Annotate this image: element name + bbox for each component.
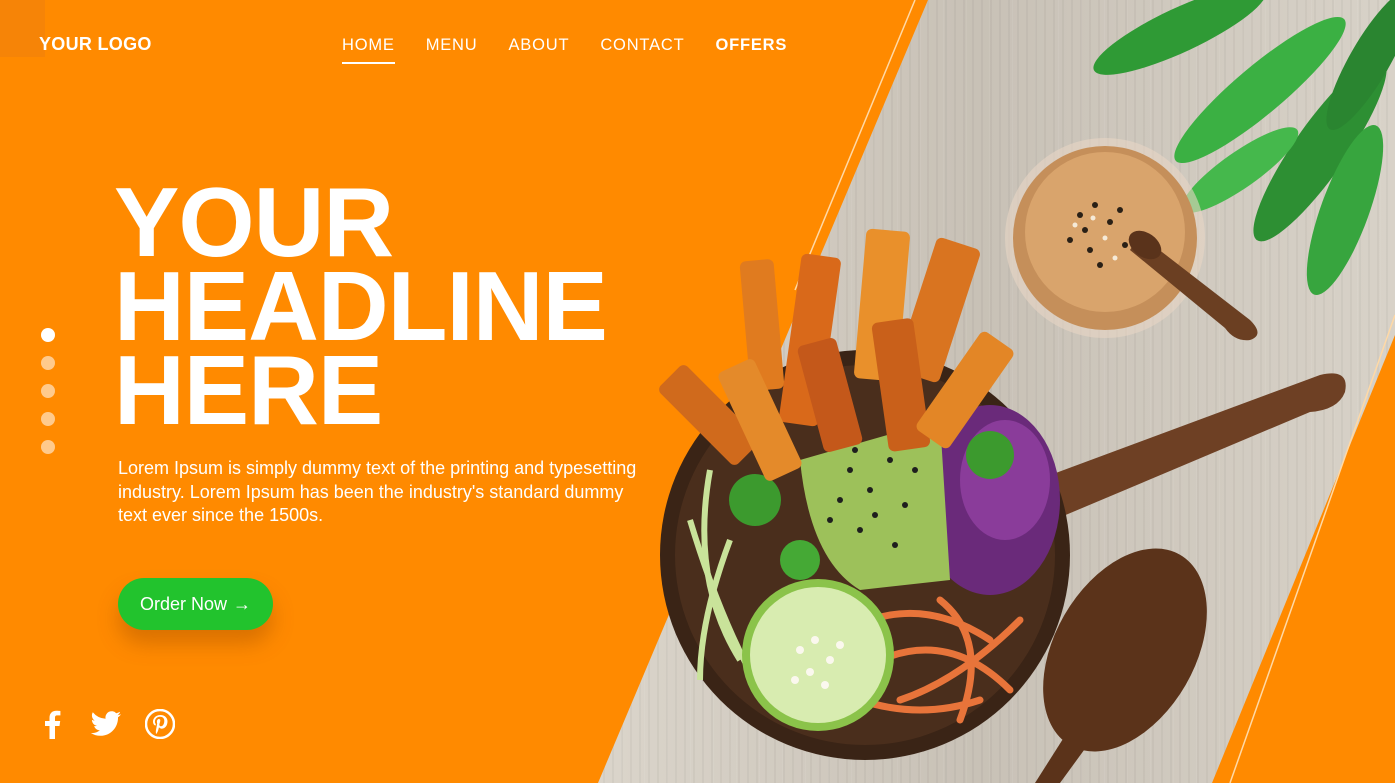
facebook-icon[interactable] <box>36 708 68 740</box>
nav-item-menu[interactable]: MENU <box>426 36 478 60</box>
order-now-label: Order Now <box>139 593 228 614</box>
arrow-right-icon: → <box>233 593 252 614</box>
social-links <box>36 708 176 740</box>
pager-dot-2[interactable] <box>41 356 55 370</box>
main-nav: HOME MENU ABOUT CONTACT OFFERS <box>342 36 787 64</box>
slider-pager <box>41 328 55 454</box>
pinterest-icon[interactable] <box>144 708 176 740</box>
nav-item-home[interactable]: HOME <box>342 36 395 64</box>
nav-item-about[interactable]: ABOUT <box>509 36 570 60</box>
pager-dot-5[interactable] <box>41 440 55 454</box>
brand-logo[interactable]: YOUR LOGO <box>39 34 152 55</box>
order-now-button[interactable]: Order Now → <box>118 578 273 630</box>
hero-headline: YOUR HEADLINE HERE <box>114 173 734 439</box>
pager-dot-1[interactable] <box>41 328 55 342</box>
nav-item-offers[interactable]: OFFERS <box>715 36 787 60</box>
pager-dot-3[interactable] <box>41 384 55 398</box>
nav-item-contact[interactable]: CONTACT <box>600 36 684 60</box>
hero-description: Lorem Ipsum is simply dummy text of the … <box>118 458 637 525</box>
pager-dot-4[interactable] <box>41 412 55 426</box>
twitter-icon[interactable] <box>90 708 122 740</box>
